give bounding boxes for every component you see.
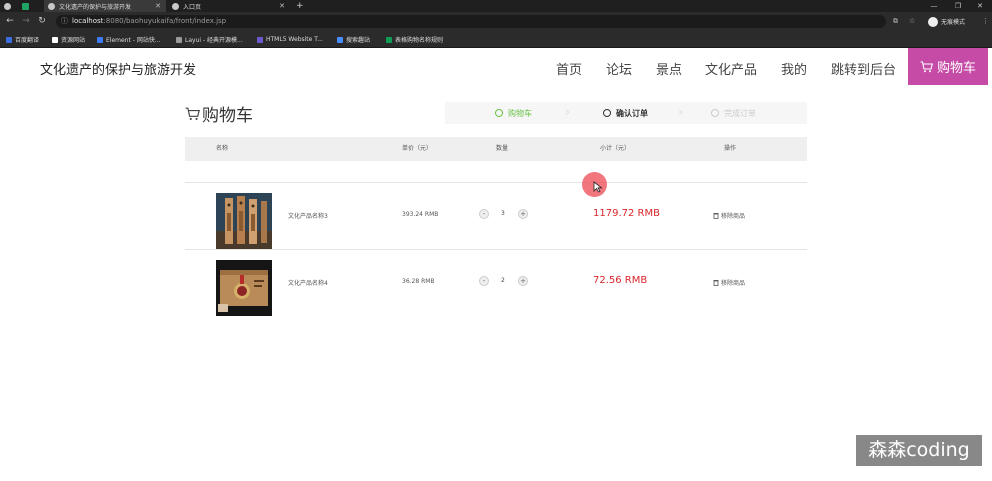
info-icon: ⓘ	[61, 17, 68, 25]
tab-pinned[interactable]	[4, 0, 20, 12]
bookmark-item[interactable]: 搜索趣站	[337, 34, 370, 45]
tab-pinned-green[interactable]	[22, 0, 38, 12]
flag-icon	[52, 36, 58, 43]
col-price: 单价（元）	[402, 145, 433, 152]
incognito-avatar-icon	[928, 16, 938, 27]
cart-row: 文化产品名称4 36.28 RMB - 2 + 72.56 RMB 移除商品	[185, 250, 807, 316]
cart-row: 文化产品名称3 393.24 RMB - 3 + 1179.72 RMB 移除商…	[185, 183, 807, 249]
browser-tab-bar: 文化遗产的保护与旅游开发 ✕ 入口页 ✕ + — ❐ ✕	[0, 0, 992, 12]
close-tab-icon[interactable]: ✕	[279, 2, 285, 10]
step-confirm: 确认订单	[603, 102, 648, 124]
bookmark-item[interactable]: 资源网站	[52, 34, 85, 45]
cart-table-header: 名称 单价（元） 数量 小计（元） 操作	[185, 137, 807, 161]
bookmarks-bar: 百度翻译 资源网站 Element - 网站快... Layui - 经典开源模…	[0, 31, 992, 48]
col-qty: 数量	[496, 145, 509, 152]
nav-forum[interactable]: 论坛	[606, 59, 632, 78]
menu-icon[interactable]: ⋮	[982, 15, 989, 28]
step-complete: 完成订单	[711, 102, 756, 124]
trash-icon	[713, 280, 719, 286]
product-image[interactable]	[216, 260, 272, 316]
unit-price: 393.24 RMB	[402, 211, 439, 218]
tab-entry[interactable]: 入口页 ✕	[168, 0, 290, 12]
nav-mine[interactable]: 我的	[781, 59, 807, 78]
bookmark-item[interactable]: Element - 网站快...	[97, 34, 161, 45]
qty-decrease-button[interactable]: -	[479, 276, 489, 286]
incognito-indicator[interactable]: 无痕模式	[928, 15, 965, 28]
bookmark-star-icon[interactable]: ☆	[909, 15, 915, 28]
favicon-icon	[4, 2, 11, 10]
mouse-cursor-icon	[593, 181, 603, 193]
qty-value[interactable]: 3	[501, 210, 505, 217]
remove-item-button[interactable]: 移除商品	[713, 278, 745, 287]
site-brand[interactable]: 文化遗产的保护与旅游开发	[40, 59, 196, 78]
element-icon	[97, 36, 103, 43]
check-circle-icon	[495, 109, 503, 117]
qty-decrease-button[interactable]: -	[479, 209, 489, 219]
item-subtotal: 72.56 RMB	[593, 275, 648, 286]
unit-price: 36.28 RMB	[402, 278, 435, 285]
layui-icon	[176, 36, 182, 43]
incognito-label: 无痕模式	[941, 19, 966, 26]
address-bar-row: ← → ↻ ⓘ localhost:8080/baohuyukaifa/fron…	[0, 12, 992, 31]
new-tab-button[interactable]: +	[296, 0, 308, 12]
nav-scenic[interactable]: 景点	[656, 59, 682, 78]
reload-icon[interactable]: ↻	[36, 15, 48, 27]
minimize-button[interactable]: —	[924, 0, 944, 12]
col-name: 名称	[216, 145, 229, 152]
back-icon[interactable]: ←	[4, 15, 16, 27]
globe-icon	[172, 2, 179, 10]
col-subtotal: 小计（元）	[600, 145, 631, 152]
circle-icon	[603, 109, 611, 117]
cart-button-label: 购物车	[936, 61, 976, 76]
globe-icon	[48, 2, 55, 10]
step-cart: 购物车	[495, 102, 532, 124]
url-input[interactable]: ⓘ localhost:8080/baohuyukaifa/front/inde…	[56, 15, 886, 28]
cart-icon	[185, 107, 200, 120]
cart-title-text: 购物车	[202, 106, 253, 126]
remove-item-button[interactable]: 移除商品	[713, 211, 745, 220]
html5-icon	[257, 36, 263, 43]
bookmark-item[interactable]: Layui - 经典开源模...	[176, 34, 243, 45]
cart-page-title: 购物车	[185, 101, 253, 126]
trash-icon	[713, 213, 719, 219]
watermark: 森森coding	[856, 435, 982, 466]
col-action: 操作	[724, 145, 737, 152]
bookmark-item[interactable]: 表格购物名称规则	[386, 34, 443, 45]
cart-icon	[920, 60, 933, 72]
circle-icon	[711, 109, 719, 117]
maximize-button[interactable]: ❐	[948, 0, 968, 12]
qty-increase-button[interactable]: +	[518, 209, 528, 219]
product-name[interactable]: 文化产品名称3	[288, 211, 328, 220]
chevron-right-icon: ›	[678, 105, 684, 120]
page: 文化遗产的保护与旅游开发 首页 论坛 景点 文化产品 我的 跳转到后台 购物车 …	[0, 48, 992, 481]
close-window-button[interactable]: ✕	[970, 0, 990, 12]
qty-increase-button[interactable]: +	[518, 276, 528, 286]
bookmark-item[interactable]: 百度翻译	[6, 34, 39, 45]
bookmark-item[interactable]: HTML5 Website T...	[257, 34, 323, 45]
close-tab-icon[interactable]: ✕	[155, 2, 161, 10]
search-site-icon	[337, 36, 343, 43]
tab-title: 文化遗产的保护与旅游开发	[59, 3, 132, 11]
checkout-steps: 购物车 › 确认订单 › 完成订单	[445, 102, 807, 124]
nav-cart-button[interactable]: 购物车	[908, 48, 988, 85]
chevron-right-icon: ›	[565, 105, 571, 120]
sheet-icon	[386, 36, 392, 43]
bookmark-icon	[6, 36, 12, 43]
tab-title: 入口页	[183, 3, 202, 11]
tab-site[interactable]: 文化遗产的保护与旅游开发 ✕	[44, 0, 166, 12]
url-host: localhost	[72, 17, 104, 25]
item-subtotal: 1179.72 RMB	[593, 208, 660, 219]
url-path: :8080/baohuyukaifa/front/index.jsp	[103, 17, 227, 25]
nav-home[interactable]: 首页	[556, 59, 582, 78]
product-name[interactable]: 文化产品名称4	[288, 278, 328, 287]
qty-value[interactable]: 2	[501, 277, 505, 284]
nav-products[interactable]: 文化产品	[705, 59, 757, 78]
nav-admin[interactable]: 跳转到后台	[831, 59, 896, 78]
forward-icon[interactable]: →	[20, 15, 32, 27]
sheets-icon	[22, 2, 29, 10]
product-image[interactable]	[216, 193, 272, 249]
translate-icon[interactable]: ⧉	[893, 15, 898, 28]
